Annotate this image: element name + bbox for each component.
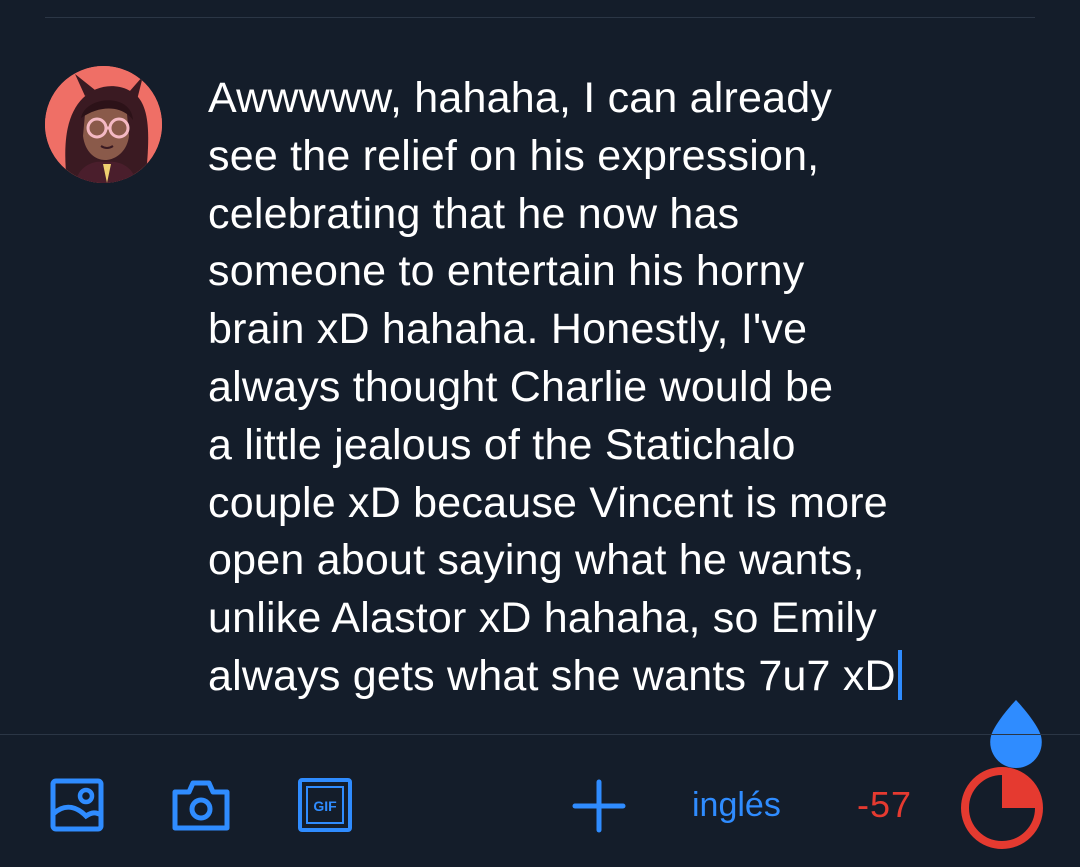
gif-label: GIF	[313, 798, 337, 814]
compose-text-area[interactable]: Awwwww, hahaha, I can already see the re…	[208, 70, 1038, 706]
add-image-button[interactable]	[50, 778, 104, 832]
progress-ring-icon	[961, 767, 1043, 849]
compose-line: always thought Charlie would be	[208, 362, 834, 411]
character-limit-ring	[958, 764, 1046, 852]
compose-line: brain xD hahaha. Honestly, I've	[208, 305, 808, 354]
compose-line-last: always gets what she wants 7u7 xD	[208, 648, 1038, 706]
language-selector[interactable]: inglés	[692, 780, 781, 830]
gif-button[interactable]: GIF	[298, 778, 352, 832]
compose-line: celebrating that he now has	[208, 189, 740, 238]
compose-line: open about saying what he wants,	[208, 536, 865, 585]
top-divider	[45, 17, 1035, 18]
compose-line-last-text: always gets what she wants 7u7 xD	[208, 651, 896, 700]
plus-icon	[572, 779, 626, 833]
image-icon	[50, 778, 104, 832]
text-cursor	[897, 649, 902, 700]
camera-button[interactable]	[171, 778, 231, 832]
user-avatar	[45, 66, 162, 183]
compose-line: someone to entertain his horny	[208, 247, 805, 296]
toolbar-divider	[0, 734, 1080, 735]
camera-icon	[172, 780, 230, 831]
compose-line: Awwwww, hahaha, I can already	[208, 74, 833, 122]
compose-line: see the relief on his expression,	[208, 131, 820, 180]
compose-line: couple xD because Vincent is more	[208, 478, 888, 527]
compose-line: a little jealous of the Statichalo	[208, 420, 796, 469]
compose-line: unlike Alastor xD hahaha, so Emily	[208, 594, 877, 643]
character-count: -57	[857, 784, 913, 825]
gif-icon: GIF	[298, 778, 352, 832]
add-post-button[interactable]	[571, 778, 627, 834]
